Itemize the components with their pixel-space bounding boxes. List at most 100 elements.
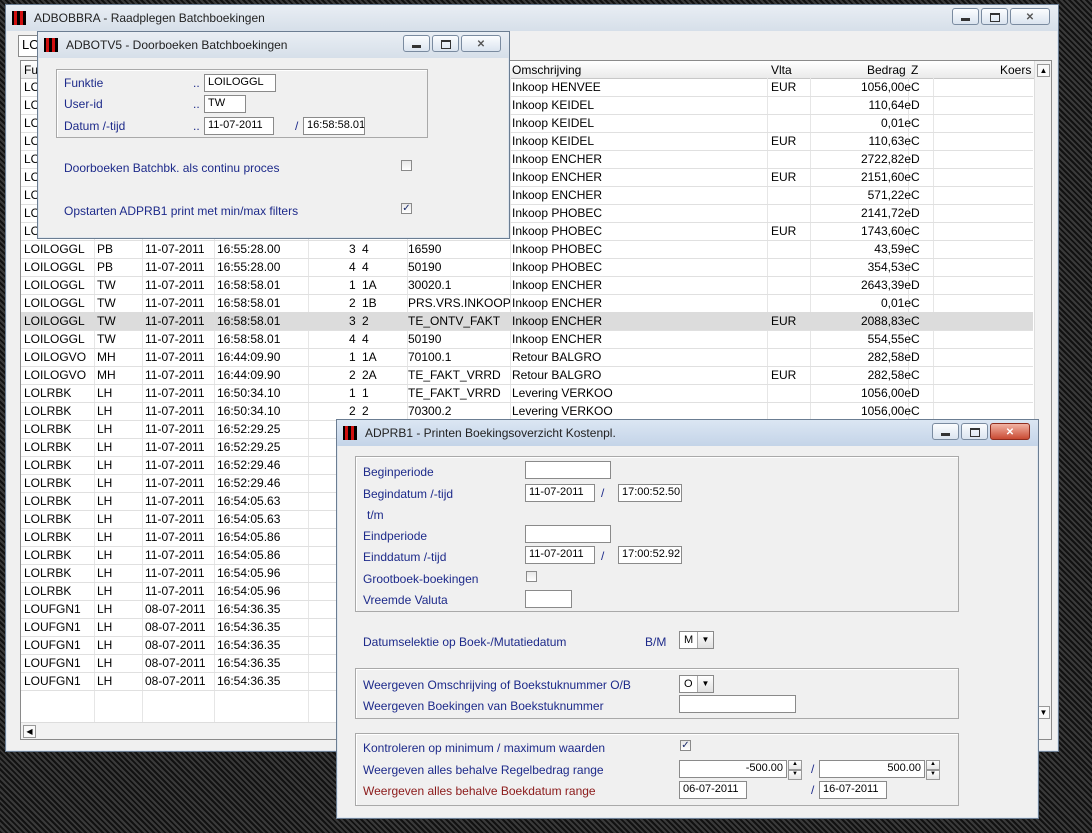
cell-datum: 08-07-2011 [145, 674, 206, 688]
col-header-bedrag[interactable]: Bedrag [867, 63, 906, 77]
col-header-z[interactable]: Z [911, 63, 918, 77]
cell-rekening: 50190 [408, 260, 442, 274]
begindatum-field[interactable]: 11-07-2011 [525, 484, 595, 502]
dialog2-minimize-button[interactable] [932, 423, 959, 440]
table-row[interactable]: LOLRBK LH 11-07-2011 16:50:34.10 1 1 TE_FAKT_V… [21, 384, 1033, 403]
ob-combo[interactable]: O ▼ [679, 675, 714, 693]
cell-vlta: EUR [771, 224, 797, 238]
cell-user: LH [97, 656, 113, 670]
table-row[interactable]: LOILOGGL TW 11-07-2011 16:58:58.01 4 4 50190 In… [21, 330, 1033, 349]
table-row[interactable]: LOILOGGL PB 11-07-2011 16:55:28.00 4 4 50190 In… [21, 258, 1033, 277]
regelbedrag-max-spinner[interactable]: ▲ ▼ [926, 760, 940, 780]
cell-omschrijving: Inkoop KEIDEL [512, 134, 595, 148]
cell-tijd: 16:54:05.86 [217, 548, 281, 562]
boekstuk-field[interactable] [679, 695, 796, 713]
regelbedrag-max-field[interactable]: 500.00 [819, 760, 925, 778]
close-button[interactable]: ✕ [1010, 8, 1050, 25]
bm-combo[interactable]: M ▼ [679, 631, 714, 649]
cell-bedrag: 0,01e [880, 296, 911, 310]
spin-up-icon[interactable]: ▲ [788, 760, 802, 770]
chevron-down-icon[interactable]: ▼ [697, 632, 713, 648]
table-row[interactable]: LOILOGVO MH 11-07-2011 16:44:09.90 2 2A TE_FAK… [21, 366, 1033, 385]
cell-user: LH [97, 422, 113, 436]
cell-funktie: LOLRBK [24, 476, 72, 490]
dialog2-titlebar[interactable]: ADPRB1 - Printen Boekingsoverzicht Koste… [337, 420, 1038, 446]
eindperiode-field[interactable] [525, 525, 611, 543]
col-header-vlta[interactable]: Vlta [771, 63, 792, 77]
cell-z: C [911, 188, 920, 202]
table-row[interactable]: LOILOGGL TW 11-07-2011 16:58:58.01 1 1A 30020.… [21, 276, 1033, 295]
begindatum-slash: / [601, 486, 605, 500]
main-titlebar[interactable]: ADBOBBRA - Raadplegen Batchboekingen ✕ [6, 5, 1058, 31]
cell-bedrag: 571,22e [867, 188, 911, 202]
cell-code: 1A [362, 278, 377, 292]
minimize-button[interactable] [952, 8, 979, 25]
cell-z: C [911, 314, 920, 328]
cell-z: D [911, 350, 920, 364]
cell-rekening: TE_ONTV_FAKT [408, 314, 501, 328]
cell-tijd: 16:55:28.00 [217, 260, 281, 274]
cell-vlta: EUR [771, 80, 797, 94]
dialog1-titlebar[interactable]: ADBOTV5 - Doorboeken Batchboekingen ✕ [38, 32, 509, 58]
cell-datum: 11-07-2011 [145, 458, 205, 472]
cell-omschrijving: Inkoop ENCHER [512, 188, 603, 202]
eindtijd-field[interactable]: 17:00:52.92 [618, 546, 682, 564]
chevron-down-icon[interactable]: ▼ [697, 676, 713, 692]
dialog2-close-button[interactable]: ✕ [990, 423, 1030, 440]
dialog1-close-button[interactable]: ✕ [461, 35, 501, 52]
einddatum-field[interactable]: 11-07-2011 [525, 546, 595, 564]
cell-datum: 11-07-2011 [145, 584, 205, 598]
tijd-field[interactable]: 16:58:58.01 [303, 117, 365, 135]
datum-field[interactable]: 11-07-2011 [204, 117, 274, 135]
table-row[interactable]: LOILOGGL TW 11-07-2011 16:58:58.01 2 1B PRS.VR… [21, 294, 1033, 313]
scroll-left-icon[interactable]: ◀ [23, 725, 36, 738]
maximize-button[interactable] [981, 8, 1008, 25]
spin-down-icon[interactable]: ▼ [926, 770, 940, 780]
cell-funktie: LOUFGN1 [24, 674, 81, 688]
cell-vlta: EUR [771, 134, 797, 148]
userid-field[interactable]: TW [204, 95, 246, 113]
table-row[interactable]: LOILOGGL PB 11-07-2011 16:55:28.00 3 4 16590 In… [21, 240, 1033, 259]
opstarten-label: Opstarten ADPRB1 print met min/max filte… [64, 204, 299, 218]
regelbedrag-min-field[interactable]: -500.00 [679, 760, 787, 778]
valuta-field[interactable] [525, 590, 572, 608]
col-header-koers[interactable]: Koers [1000, 63, 1031, 77]
cell-vlta: EUR [771, 170, 797, 184]
doorboeken-dialog: ADBOTV5 - Doorboeken Batchboekingen ✕ Fu… [37, 31, 510, 239]
cell-datum: 11-07-2011 [145, 296, 205, 310]
col-header-omschrijving[interactable]: Omschrijving [512, 63, 581, 77]
scroll-up-icon[interactable]: ▲ [1037, 64, 1050, 77]
cell-bedrag: 1056,00e [860, 404, 911, 418]
cell-funktie: LOLRBK [24, 548, 72, 562]
beginperiode-field[interactable] [525, 461, 611, 479]
col-header-fu[interactable]: Fu [24, 63, 38, 77]
dialog1-minimize-button[interactable] [403, 35, 430, 52]
cell-volgnr: 1 [349, 386, 356, 400]
opstarten-checkbox[interactable]: ✓ [401, 203, 412, 214]
cell-funktie: LOLRBK [24, 512, 72, 526]
grootboek-checkbox[interactable] [526, 571, 537, 582]
dialog1-maximize-button[interactable] [432, 35, 459, 52]
continu-checkbox[interactable] [401, 160, 412, 171]
cell-omschrijving: Inkoop KEIDEL [512, 98, 595, 112]
spin-up-icon[interactable]: ▲ [926, 760, 940, 770]
cell-funktie: LOILOGGL [24, 332, 85, 346]
cell-omschrijving: Inkoop ENCHER [512, 314, 603, 328]
table-row[interactable]: LOILOGGL TW 11-07-2011 16:58:58.01 3 2 TE_ONTV… [21, 312, 1033, 331]
cell-datum: 11-07-2011 [145, 476, 205, 490]
cell-rekening: 70300.2 [408, 404, 452, 418]
spin-down-icon[interactable]: ▼ [788, 770, 802, 780]
kontroleren-checkbox[interactable]: ✓ [680, 740, 691, 751]
boekdatum-min-field[interactable]: 06-07-2011 [679, 781, 747, 799]
cell-tijd: 16:54:36.35 [217, 656, 281, 670]
cell-rekening: 30020.1 [408, 278, 452, 292]
table-row[interactable]: LOILOGVO MH 11-07-2011 16:44:09.90 1 1A 70100.… [21, 348, 1033, 367]
cell-funktie: LOILOGGL [24, 278, 85, 292]
cell-rekening: 16590 [408, 242, 442, 256]
dialog2-maximize-button[interactable] [961, 423, 988, 440]
begintijd-field[interactable]: 17:00:52.50 [618, 484, 682, 502]
funktie-field[interactable]: LOILOGGL [204, 74, 276, 92]
regelbedrag-min-spinner[interactable]: ▲ ▼ [788, 760, 802, 780]
cell-funktie: LOLRBK [24, 584, 72, 598]
boekdatum-max-field[interactable]: 16-07-2011 [819, 781, 887, 799]
